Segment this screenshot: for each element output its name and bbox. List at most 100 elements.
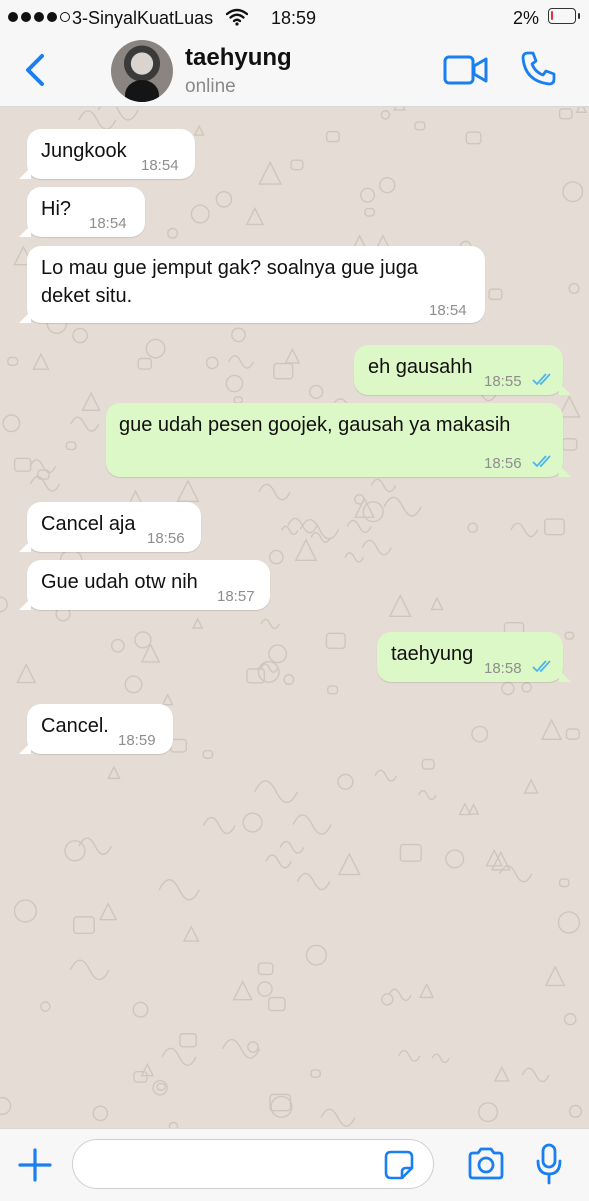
- wallpaper-doodle: [418, 982, 435, 999]
- wallpaper-doodle: [327, 685, 339, 695]
- wallpaper-doodle: [124, 675, 143, 694]
- wallpaper-doodle: [246, 668, 266, 684]
- chat-area[interactable]: Jungkook 18:54 Hi? 18:54 Lo mau gue jemp…: [0, 107, 589, 1128]
- wallpaper-doodle: [558, 108, 573, 120]
- wallpaper-doodle: [344, 552, 365, 563]
- message-text: Cancel.: [41, 715, 109, 737]
- wallpaper-doodle: [493, 1065, 510, 1082]
- message-text: deket situ.: [41, 285, 133, 307]
- wallpaper-doodle: [161, 693, 174, 706]
- wallpaper-doodle: [16, 663, 37, 684]
- wallpaper-doodle: [270, 1095, 293, 1119]
- wallpaper-doodle: [381, 993, 394, 1006]
- microphone-button[interactable]: [536, 1143, 562, 1185]
- wallpaper-doodle: [360, 187, 376, 203]
- message-incoming[interactable]: Hi? 18:54: [19, 187, 145, 237]
- wallpaper-doodle: [92, 1105, 109, 1122]
- wallpaper-doodle: [257, 981, 273, 997]
- wallpaper-doodle: [354, 494, 365, 505]
- message-time: 18:54: [89, 215, 127, 232]
- wallpaper-doodle: [320, 1108, 356, 1127]
- wallpaper-doodle: [283, 674, 295, 686]
- wallpaper-doodle: [40, 1001, 51, 1012]
- wallpaper-doodle: [231, 327, 246, 343]
- wallpaper-doodle: [361, 539, 392, 556]
- wallpaper-doodle: [69, 959, 110, 981]
- wallpaper-doodle: [445, 849, 465, 869]
- message-outgoing[interactable]: taehyung 18:58: [377, 632, 571, 682]
- wallpaper-doodle: [65, 441, 77, 451]
- wallpaper-doodle: [182, 925, 200, 942]
- message-text: Cancel aja: [41, 513, 136, 535]
- wallpaper-doodle: [179, 1033, 197, 1048]
- attach-button[interactable]: [17, 1147, 53, 1183]
- contact-status: online: [185, 76, 236, 97]
- wallpaper-doodle: [64, 840, 86, 862]
- wallpaper-doodle: [2, 414, 21, 433]
- wallpaper-doodle: [81, 391, 101, 411]
- signal-strength-icon: [8, 12, 70, 22]
- phone-icon: [521, 51, 556, 86]
- video-call-button[interactable]: [443, 54, 489, 86]
- wallpaper-doodle: [32, 352, 50, 370]
- sticker-button[interactable]: [383, 1149, 415, 1181]
- contact-avatar[interactable]: [111, 40, 173, 102]
- wallpaper-doodle: [325, 130, 340, 143]
- message-input[interactable]: [72, 1139, 434, 1189]
- carrier-name: 3-SinyalKuatLuas: [72, 8, 214, 28]
- wallpaper-doodle: [176, 479, 200, 503]
- wallpaper-doodle: [269, 549, 284, 565]
- wallpaper-doodle: [294, 538, 318, 562]
- wallpaper-doodle: [490, 850, 511, 871]
- message-outgoing[interactable]: gue udah pesen goojek, gausah ya makasih…: [106, 403, 571, 477]
- wallpaper-doodle: [225, 374, 244, 393]
- voice-call-button[interactable]: [519, 50, 557, 88]
- wallpaper-doodle: [370, 478, 397, 493]
- wallpaper-doodle: [227, 355, 254, 369]
- message-time: 18:54: [429, 302, 467, 319]
- back-button[interactable]: [20, 48, 56, 92]
- read-receipt-icon: [532, 660, 551, 673]
- wallpaper-doodle: [242, 812, 263, 833]
- wallpaper-doodle: [465, 131, 482, 145]
- camera-button[interactable]: [466, 1146, 506, 1182]
- wallpaper-doodle: [190, 204, 210, 224]
- wallpaper-doodle: [346, 519, 372, 534]
- wallpaper-doodle: [421, 758, 435, 770]
- wallpaper-doodle: [156, 1082, 166, 1091]
- wallpaper-doodle: [107, 765, 121, 780]
- message-outgoing[interactable]: eh gausahh 18:55: [354, 345, 571, 395]
- message-incoming[interactable]: Lo mau gue jemput gak? soalnya gue juga …: [19, 246, 485, 323]
- wallpaper-doodle: [521, 1067, 550, 1083]
- wallpaper-doodle: [169, 738, 188, 753]
- wallpaper-doodle: [383, 496, 422, 517]
- message-incoming[interactable]: Gue udah otw nih 18:57: [19, 560, 270, 610]
- wallpaper-doodle: [325, 632, 346, 649]
- wallpaper-doodle: [167, 227, 179, 239]
- message-incoming[interactable]: Jungkook 18:54: [19, 129, 195, 179]
- wallpaper-doodle: [561, 438, 578, 451]
- video-camera-icon: [443, 55, 488, 85]
- chevron-left-icon: [26, 54, 44, 86]
- wallpaper-doodle: [296, 872, 331, 891]
- wallpaper-doodle: [564, 631, 575, 640]
- wallpaper-doodle: [521, 682, 532, 693]
- wallpaper-doodle: [191, 617, 204, 629]
- read-receipt-icon: [532, 373, 551, 386]
- wallpaper-doodle: [292, 814, 332, 835]
- wallpaper-doodle: [99, 902, 118, 921]
- message-time: 18:58: [484, 660, 522, 677]
- wallpaper-doodle: [471, 725, 489, 743]
- contact-name[interactable]: taehyung: [185, 44, 292, 72]
- message-time: 18:56: [484, 455, 522, 472]
- battery-percent: 2%: [513, 8, 540, 28]
- wallpaper-doodle: [72, 327, 88, 344]
- wallpaper-doodle: [310, 531, 332, 543]
- wallpaper-doodle: [510, 522, 539, 538]
- message-incoming[interactable]: Cancel. 18:59: [19, 704, 173, 754]
- wallpaper-doodle: [523, 778, 539, 794]
- message-incoming[interactable]: Cancel aja 18:56: [19, 502, 201, 552]
- wallpaper-doodle: [72, 916, 95, 935]
- wallpaper-doodle: [467, 522, 479, 534]
- wallpaper-doodle: [257, 962, 274, 976]
